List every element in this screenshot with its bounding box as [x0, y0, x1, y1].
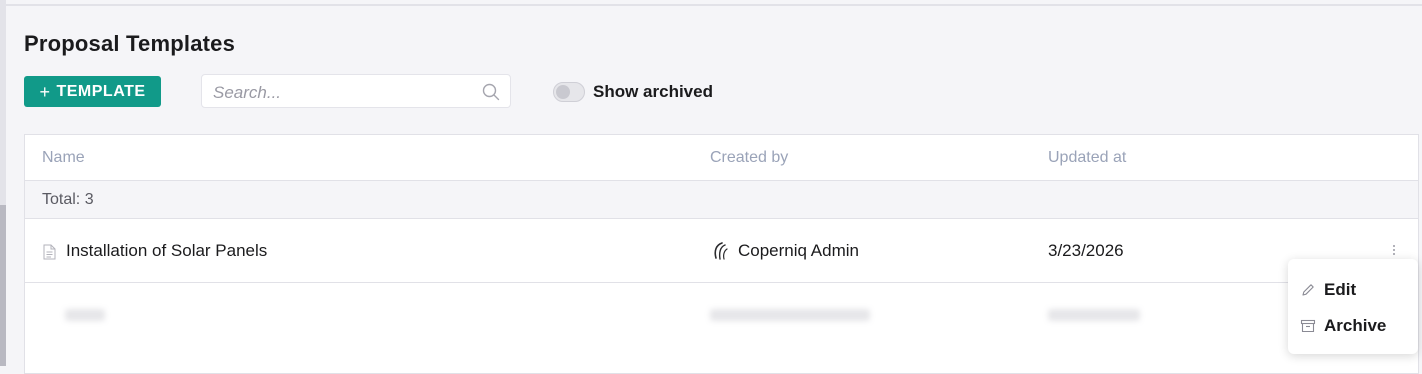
plus-icon: + — [39, 81, 51, 102]
show-archived-toggle[interactable] — [553, 82, 585, 102]
search-box[interactable] — [201, 74, 511, 108]
top-divider — [6, 4, 1422, 6]
menu-item-archive-label: Archive — [1324, 316, 1387, 335]
scrollbar-thumb[interactable] — [0, 205, 6, 366]
template-name[interactable]: Installation of Solar Panels — [66, 241, 267, 261]
table-row[interactable]: Installation of Solar Panels Coperniq Ad… — [25, 219, 1418, 283]
coperniq-logo-icon — [714, 242, 728, 260]
menu-item-edit[interactable]: Edit — [1288, 272, 1418, 306]
templates-table: Name Created by Updated at Total: 3 Inst… — [24, 134, 1419, 374]
search-icon — [482, 83, 500, 101]
column-header-name[interactable]: Name — [42, 149, 85, 167]
menu-item-archive[interactable]: Archive — [1288, 308, 1418, 342]
column-header-updated-at[interactable]: Updated at — [1048, 149, 1126, 167]
add-template-label: TEMPLATE — [56, 82, 146, 100]
page-title: Proposal Templates — [24, 31, 236, 56]
menu-item-edit-label: Edit — [1324, 280, 1357, 299]
archive-box-icon — [1300, 319, 1316, 333]
table-header: Name Created by Updated at — [25, 135, 1418, 181]
total-row: Total: 3 — [25, 181, 1418, 219]
toggle-knob — [556, 85, 570, 99]
show-archived-label[interactable]: Show archived — [593, 82, 713, 102]
add-template-button[interactable]: + TEMPLATE — [24, 76, 161, 107]
column-header-created-by[interactable]: Created by — [710, 149, 788, 167]
search-input[interactable] — [211, 81, 475, 105]
pencil-icon — [1302, 284, 1314, 296]
document-icon — [43, 244, 56, 260]
row-context-menu: Edit Archive — [1288, 259, 1418, 354]
created-by: Coperniq Admin — [738, 241, 859, 260]
total-count: Total: 3 — [42, 191, 94, 208]
table-row-blurred — [25, 283, 1418, 347]
updated-at: 3/23/2026 — [1048, 241, 1124, 260]
